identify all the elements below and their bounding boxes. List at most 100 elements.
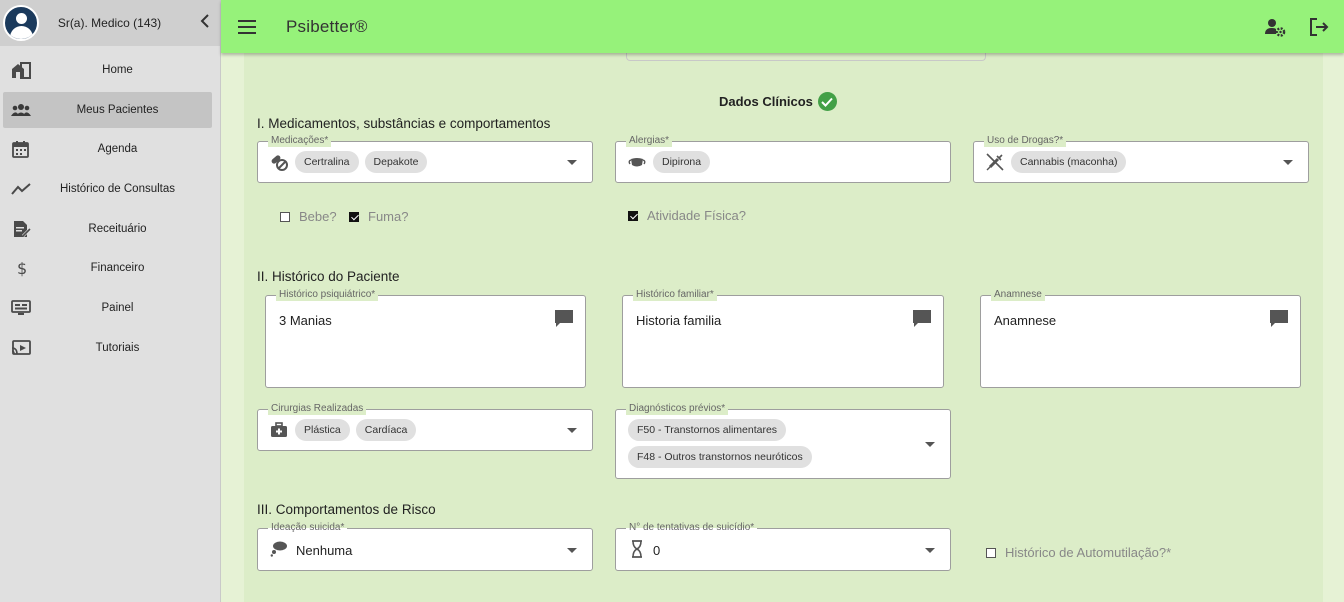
checkbox-label: Fuma? bbox=[368, 209, 409, 224]
syringe-off-icon bbox=[986, 153, 1004, 171]
chip-medicacao[interactable]: Depakote bbox=[364, 151, 428, 173]
dropdown-arrow-icon[interactable] bbox=[925, 442, 935, 447]
sidebar-item-label: Histórico de Consultas bbox=[59, 183, 176, 196]
historico-psiquiatrico-textarea[interactable]: Histórico psiquiátrico* 3 Manias bbox=[265, 289, 586, 388]
avatar[interactable] bbox=[3, 5, 39, 41]
comment-icon[interactable] bbox=[554, 309, 574, 329]
people-icon bbox=[11, 103, 31, 116]
sidebar-item-label: Financeiro bbox=[90, 262, 145, 275]
checkbox-box[interactable] bbox=[349, 211, 359, 222]
checkbox-box[interactable] bbox=[280, 211, 290, 222]
prescription-icon bbox=[14, 220, 31, 237]
sidebar-item-home[interactable]: Home bbox=[3, 52, 212, 88]
section-title-medicamentos: I. Medicamentos, substâncias e comportam… bbox=[257, 116, 551, 131]
field-label: N° de tentativas de suicídio* bbox=[626, 522, 758, 534]
sidebar-item-meus-pacientes[interactable]: Meus Pacientes bbox=[3, 91, 212, 128]
section-title-risco: III. Comportamentos de Risco bbox=[257, 502, 436, 517]
chip-diagnostico[interactable]: F50 - Transtornos alimentares bbox=[628, 419, 787, 441]
anamnese-textarea[interactable]: Anamnese Anamnese bbox=[980, 289, 1301, 388]
chevron-left-icon bbox=[200, 13, 209, 28]
top-app-bar: Psibetter® bbox=[221, 0, 1344, 53]
app-title: Psibetter® bbox=[286, 16, 368, 36]
field-label: Uso de Drogas?* bbox=[984, 135, 1067, 147]
tentativas-suicidio-select[interactable]: N° de tentativas de suicídio* 0 bbox=[615, 522, 951, 571]
sidebar-nav: Home Meus Pacientes Agenda Histórico de … bbox=[0, 46, 220, 366]
sidebar-item-label: Painel bbox=[101, 302, 134, 315]
mask-icon bbox=[628, 158, 646, 167]
field-label: Histórico familiar* bbox=[633, 289, 717, 301]
thought-bubble-icon bbox=[270, 541, 287, 557]
user-settings-icon[interactable] bbox=[1264, 16, 1286, 38]
svg-text:$: $ bbox=[17, 259, 27, 277]
clinical-data-card: Dados Clínicos I. Medicamentos, substânc… bbox=[244, 49, 1323, 602]
field-label: Diagnósticos prévios* bbox=[626, 403, 729, 415]
checkbox-box[interactable] bbox=[986, 547, 996, 558]
checkbox-label: Bebe? bbox=[299, 209, 337, 224]
sidebar-item-label: Agenda bbox=[97, 143, 138, 156]
sidebar-item-label: Meus Pacientes bbox=[76, 103, 159, 116]
chip-cirurgia[interactable]: Plástica bbox=[295, 419, 350, 441]
pills-icon bbox=[271, 155, 288, 171]
medicacoes-select[interactable]: Medicações* Certralina Depakote bbox=[257, 135, 593, 183]
ideacao-suicida-select[interactable]: Ideação suicida* Nenhuma bbox=[257, 522, 593, 571]
cast-icon bbox=[11, 339, 31, 355]
sidebar-item-label: Receituário bbox=[88, 222, 147, 235]
chip-medicacao[interactable]: Certralina bbox=[295, 151, 359, 173]
checkbox-label: Atividade Física? bbox=[647, 208, 746, 223]
atividade-fisica-checkbox[interactable]: Atividade Física? bbox=[628, 208, 746, 223]
dropdown-arrow-icon[interactable] bbox=[567, 547, 577, 553]
textarea-value[interactable]: Anamnese bbox=[994, 313, 1056, 328]
field-label: Alergias* bbox=[626, 135, 673, 147]
automutilacao-checkbox[interactable]: Histórico de Automutilação?* bbox=[986, 545, 1171, 560]
dollar-icon: $ bbox=[17, 259, 27, 277]
home-icon bbox=[12, 62, 31, 79]
alergias-input[interactable]: Alergias* Dipirona bbox=[615, 135, 951, 183]
dropdown-arrow-icon[interactable] bbox=[567, 160, 577, 165]
sidebar-item-tutoriais[interactable]: Tutoriais bbox=[3, 330, 212, 366]
chip-cirurgia[interactable]: Cardíaca bbox=[355, 419, 417, 441]
check-circle-icon bbox=[817, 92, 837, 111]
dropdown-arrow-icon[interactable] bbox=[567, 428, 577, 433]
medical-bag-icon bbox=[271, 422, 287, 437]
field-label: Anamnese bbox=[991, 289, 1045, 301]
sidebar-header: Sr(a). Medico (143) bbox=[0, 0, 220, 46]
field-label: Histórico psiquiátrico* bbox=[276, 289, 379, 301]
sidebar: Sr(a). Medico (143) Home Meus Pacientes … bbox=[0, 0, 221, 602]
cirurgias-select[interactable]: Cirurgias Realizadas Plástica Cardíaca bbox=[257, 403, 593, 451]
monitor-icon bbox=[11, 300, 31, 316]
main-content: Dados Clínicos I. Medicamentos, substânc… bbox=[221, 49, 1344, 602]
fuma-checkbox[interactable]: Fuma? bbox=[349, 209, 408, 224]
field-label: Ideação suicida* bbox=[268, 522, 348, 534]
chip-alergia[interactable]: Dipirona bbox=[653, 151, 711, 173]
checkbox-label: Histórico de Automutilação?* bbox=[1005, 545, 1172, 560]
logout-icon[interactable] bbox=[1308, 16, 1330, 38]
collapse-sidebar-button[interactable] bbox=[190, 13, 220, 33]
bebe-checkbox[interactable]: Bebe? bbox=[280, 209, 337, 224]
checkbox-box[interactable] bbox=[628, 210, 638, 221]
card-title-text: Dados Clínicos bbox=[719, 94, 813, 109]
chip-diagnostico[interactable]: F48 - Outros transtornos neuróticos bbox=[628, 446, 812, 468]
menu-icon[interactable] bbox=[238, 19, 256, 34]
select-value: 0 bbox=[653, 543, 661, 558]
dropdown-arrow-icon[interactable] bbox=[1283, 160, 1293, 165]
user-name: Sr(a). Medico (143) bbox=[57, 16, 162, 30]
textarea-value[interactable]: Historia familia bbox=[636, 313, 721, 328]
select-value: Nenhuma bbox=[296, 543, 353, 558]
diagnosticos-select[interactable]: Diagnósticos prévios* F50 - Transtornos … bbox=[615, 403, 951, 479]
sidebar-item-label: Tutoriais bbox=[95, 341, 140, 354]
historico-familiar-textarea[interactable]: Histórico familiar* Historia familia bbox=[622, 289, 944, 388]
uso-drogas-select[interactable]: Uso de Drogas?* Cannabis (maconha) bbox=[973, 135, 1309, 183]
calendar-icon bbox=[12, 141, 29, 159]
chip-droga[interactable]: Cannabis (maconha) bbox=[1011, 151, 1127, 173]
field-label: Medicações* bbox=[268, 135, 332, 147]
sidebar-item-historico-consultas[interactable]: Histórico de Consultas bbox=[3, 171, 212, 207]
comment-icon[interactable] bbox=[1269, 309, 1289, 329]
sidebar-item-agenda[interactable]: Agenda bbox=[3, 131, 212, 167]
sidebar-item-painel[interactable]: Painel bbox=[3, 290, 212, 326]
dropdown-arrow-icon[interactable] bbox=[925, 547, 935, 553]
sidebar-item-receituario[interactable]: Receituário bbox=[3, 211, 212, 247]
textarea-value[interactable]: 3 Manias bbox=[279, 313, 332, 328]
sidebar-item-financeiro[interactable]: $ Financeiro bbox=[3, 250, 212, 286]
comment-icon[interactable] bbox=[912, 309, 932, 329]
field-label: Cirurgias Realizadas bbox=[268, 403, 367, 415]
